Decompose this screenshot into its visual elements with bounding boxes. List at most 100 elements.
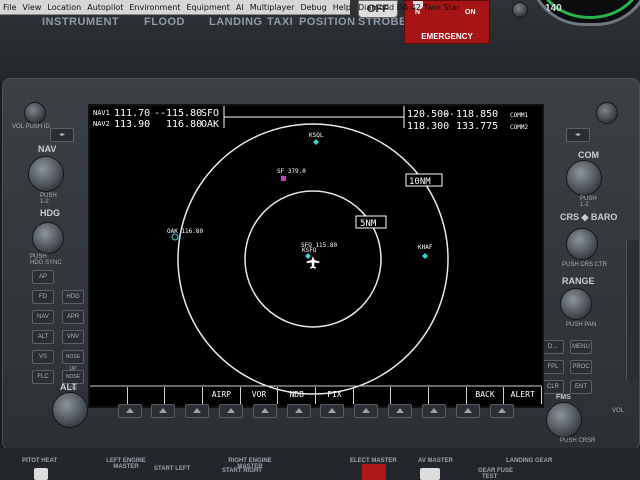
- nav-knob[interactable]: [28, 156, 64, 192]
- range-10nm-label: 10NM: [409, 177, 431, 187]
- crs-baro-label: CRS ◆ BARO: [560, 212, 618, 222]
- alt-knob-label: ALT: [60, 382, 77, 392]
- crs-baro-knob[interactable]: [566, 228, 598, 260]
- nav-ap-button[interactable]: NAV: [32, 310, 54, 324]
- nav-swap-button[interactable]: ◂▸: [50, 128, 74, 142]
- flc-button[interactable]: FLC: [32, 370, 54, 384]
- menu-equipment[interactable]: Equipment: [183, 3, 232, 12]
- taxi-light-label: TAXI: [267, 16, 294, 28]
- start-right-label: START RIGHT: [222, 468, 262, 474]
- proc-button[interactable]: PROC: [570, 360, 592, 374]
- test-label: TEST: [482, 474, 498, 480]
- menu-help[interactable]: Help: [330, 3, 354, 12]
- crs-ctr-label: PUSH CRS CTR: [562, 262, 608, 268]
- softkey-label-10: [429, 387, 467, 404]
- menu-file[interactable]: File: [0, 3, 19, 12]
- range-knob-label: RANGE: [562, 276, 595, 286]
- ksql-airport-icon[interactable]: [313, 139, 319, 145]
- softkey-label-9: [391, 387, 430, 404]
- clr-button[interactable]: CLR: [542, 380, 564, 394]
- softkey-7-button[interactable]: [320, 404, 344, 418]
- menu-button[interactable]: MENU: [570, 340, 592, 354]
- softkey-label-6: NDB: [278, 387, 317, 404]
- alt-ap-button[interactable]: ALT: [32, 330, 54, 344]
- softkey-bar: AIRP VOR NDB FIX BACK ALERT: [90, 387, 543, 404]
- menu-debug[interactable]: Debug: [297, 3, 329, 12]
- softkey-1-button[interactable]: [118, 404, 142, 418]
- range-knob[interactable]: [560, 288, 592, 320]
- airspeed-tick-label: 140: [545, 3, 562, 14]
- landing-gear-label: LANDING GEAR: [506, 458, 553, 464]
- menu-ai[interactable]: AI: [233, 3, 247, 12]
- push-pan-label: PUSH PAN: [566, 322, 597, 328]
- ksfo-label: KSFO: [302, 247, 317, 254]
- softkey-label-5: VOR: [241, 387, 279, 404]
- apr-button[interactable]: APR: [62, 310, 84, 324]
- softkey-12-button[interactable]: [490, 404, 514, 418]
- fd-button[interactable]: FD: [32, 290, 54, 304]
- alt-knob[interactable]: [52, 392, 88, 428]
- softkey-4-button[interactable]: [219, 404, 243, 418]
- menu-environment[interactable]: Environment: [126, 3, 183, 12]
- nav1-arrows: --: [154, 108, 166, 119]
- direct-to-button[interactable]: D→: [542, 340, 564, 354]
- hdg-knob-label: HDG: [40, 208, 60, 218]
- khaf-airport-icon[interactable]: [422, 253, 428, 259]
- com-swap-button[interactable]: ◂▸: [566, 128, 590, 142]
- flood-light-label: FLOOD: [144, 16, 185, 28]
- softkey-3-button[interactable]: [185, 404, 209, 418]
- com-knob-label: COM: [578, 150, 599, 160]
- instrument-light-label: INSTRUMENT: [42, 16, 120, 28]
- com-knob[interactable]: [566, 160, 602, 196]
- adjacent-display-edge: [626, 240, 639, 380]
- softkey-label-7: FIX: [316, 387, 354, 404]
- elect-master-switch[interactable]: [362, 464, 386, 480]
- nav-volume-knob[interactable]: [24, 102, 46, 124]
- softkey-5-button[interactable]: [253, 404, 277, 418]
- com2-standby-freq: 133.775: [456, 121, 498, 132]
- softkey-9-button[interactable]: [388, 404, 412, 418]
- mfd-map-svg: NAV1 111.70 -- 115.80 SFO NAV2 113.90 11…: [90, 106, 542, 395]
- aircraft-title: Diamond DA 42 Twin Star: [358, 2, 460, 12]
- com1-label: COMM1: [510, 112, 528, 119]
- softkey-label-12: ALERT: [504, 387, 543, 404]
- pitot-heat-switch[interactable]: [34, 468, 48, 480]
- menu-bar: File View Location Autopilot Environment…: [0, 0, 460, 15]
- nose-up-button[interactable]: NOSE UP: [62, 350, 84, 372]
- softkey-2-button[interactable]: [151, 404, 175, 418]
- hdg-knob[interactable]: [32, 222, 64, 254]
- softkey-6-button[interactable]: [287, 404, 311, 418]
- menu-location[interactable]: Location: [44, 3, 84, 12]
- vs-button[interactable]: VS: [32, 350, 54, 364]
- nav2-active-freq: 113.90: [114, 119, 150, 130]
- panel-screw-icon: [512, 2, 528, 18]
- range-5nm-label: 5NM: [360, 219, 377, 229]
- fms-knob-label: FMS: [556, 394, 571, 401]
- nav2-label: NAV2: [93, 120, 110, 128]
- softkey-label-11: BACK: [467, 387, 505, 404]
- emergency-on-label: ON: [465, 9, 476, 16]
- sf-ndb-icon[interactable]: [281, 176, 286, 181]
- hdg-ap-button[interactable]: HDG: [62, 290, 84, 304]
- fpl-button[interactable]: FPL: [542, 360, 564, 374]
- menu-multiplayer[interactable]: Multiplayer: [247, 3, 298, 12]
- com-volume-knob[interactable]: [596, 102, 618, 124]
- fms-knob[interactable]: [546, 402, 582, 438]
- landing-light-label: LANDING: [209, 16, 263, 28]
- menu-view[interactable]: View: [19, 3, 44, 12]
- softkey-label-1: [90, 387, 128, 404]
- nav1-standby-freq: 115.80: [166, 108, 202, 119]
- start-left-label: START LEFT: [154, 466, 191, 472]
- com1-arrows: --: [443, 109, 455, 120]
- av-master-switch[interactable]: [420, 468, 440, 480]
- softkey-8-button[interactable]: [354, 404, 378, 418]
- softkey-label-2: [128, 387, 166, 404]
- softkey-label-4: AIRP: [203, 387, 241, 404]
- ent-button[interactable]: ENT: [570, 380, 592, 394]
- softkey-11-button[interactable]: [456, 404, 480, 418]
- menu-autopilot[interactable]: Autopilot: [84, 3, 126, 12]
- vnv-button[interactable]: VNV: [62, 330, 84, 344]
- ap-button[interactable]: AP: [32, 270, 54, 284]
- emergency-label: EMERGENCY: [421, 32, 473, 41]
- softkey-10-button[interactable]: [422, 404, 446, 418]
